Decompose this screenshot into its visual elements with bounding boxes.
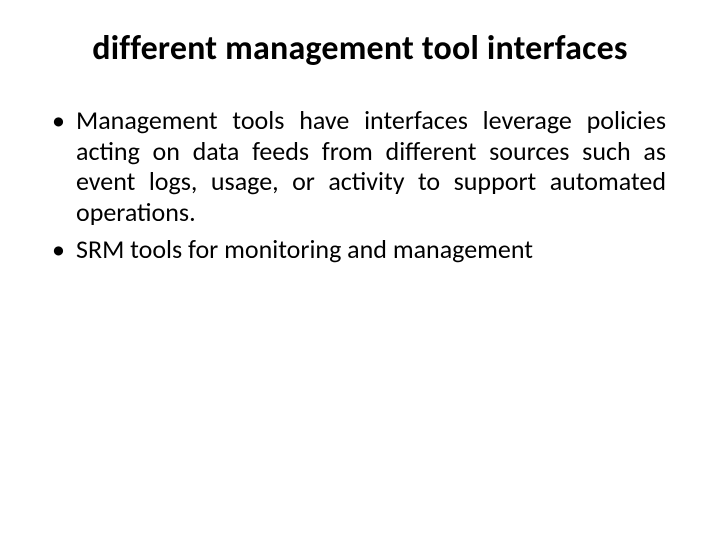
list-item: Management tools have interfaces leverag… bbox=[76, 105, 666, 228]
list-item: SRM tools for monitoring and management bbox=[76, 234, 666, 265]
slide: different management tool interfaces Man… bbox=[0, 0, 720, 540]
bullet-list: Management tools have interfaces leverag… bbox=[48, 105, 672, 264]
slide-title: different management tool interfaces bbox=[48, 28, 672, 69]
